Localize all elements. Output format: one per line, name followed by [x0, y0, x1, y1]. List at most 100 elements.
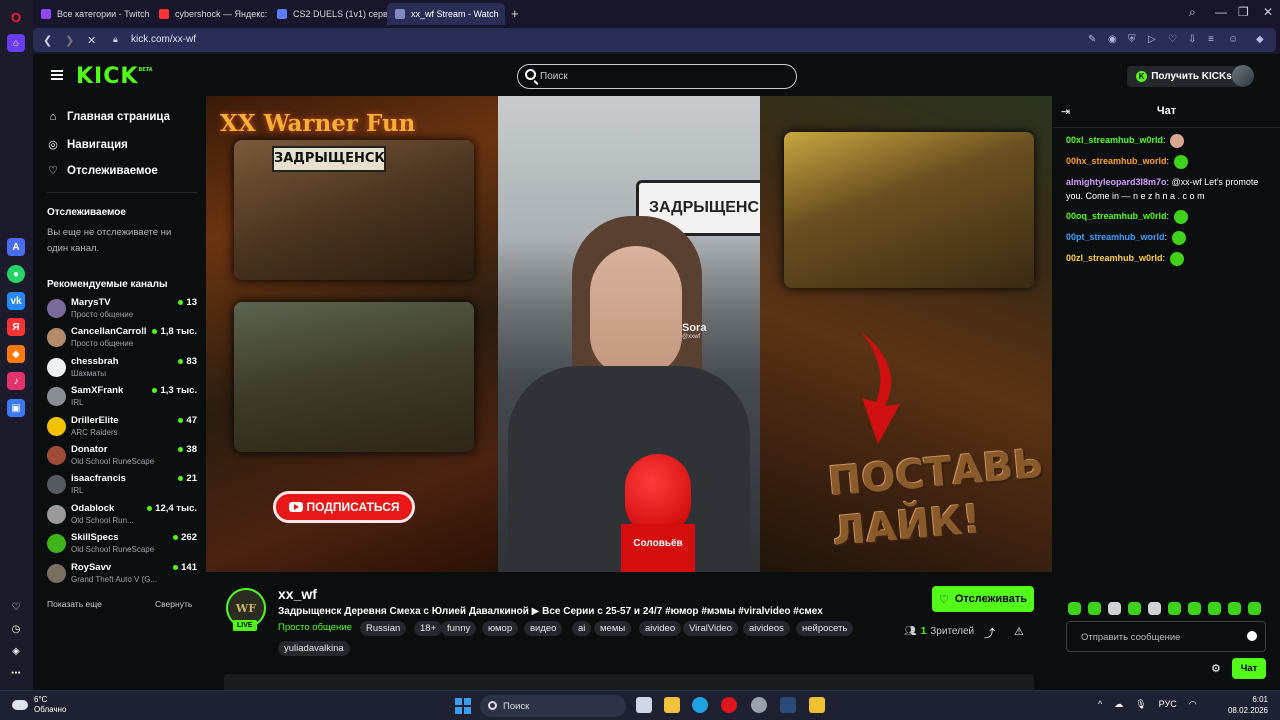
taskbar-search[interactable]: Поиск	[480, 695, 626, 717]
channel-item[interactable]: RoySavv Grand Theft Auto V (G... 141	[47, 561, 197, 587]
chat-username[interactable]: 00zl_streamhub_w0rld	[1066, 253, 1163, 263]
emoji-icon[interactable]	[1247, 631, 1257, 641]
network-icon[interactable]: ☁︎	[1114, 699, 1123, 710]
language-indicator[interactable]: РУС	[1159, 699, 1177, 710]
channel-item[interactable]: SamXFrank IRL 1,3 тыс.	[47, 384, 197, 410]
share-icon[interactable]: ⤴	[984, 625, 995, 641]
tag[interactable]: 18+	[414, 621, 443, 636]
task-view-icon[interactable]	[636, 697, 652, 713]
extension-icon[interactable]: ◆	[1256, 34, 1264, 45]
channel-item[interactable]: isaacfrancis IRL 21	[47, 472, 197, 498]
user-avatar[interactable]	[1232, 65, 1254, 87]
chat-input[interactable]: Отправить сообщение	[1066, 621, 1266, 652]
emote-icon[interactable]	[1148, 602, 1161, 615]
weather-widget[interactable]: 6°C Облачно	[12, 695, 66, 715]
extensions-icon[interactable]: ◈	[7, 642, 25, 660]
app-icon[interactable]: ▣	[7, 399, 25, 417]
tag[interactable]: видео	[524, 621, 563, 636]
back-icon[interactable]: ❮	[43, 34, 52, 47]
chat-username[interactable]: 00hx_streamhub_world	[1066, 156, 1167, 166]
channel-item[interactable]: chessbrah Шахматы 83	[47, 355, 197, 381]
channel-item[interactable]: Odablock Old School Run... 12,4 тыс.	[47, 502, 197, 528]
home-icon[interactable]: ⌂	[7, 34, 25, 52]
menu-icon[interactable]	[51, 70, 63, 80]
tag[interactable]: Russian	[360, 621, 407, 636]
close-icon[interactable]: ✕	[1263, 5, 1273, 19]
category-link[interactable]: Просто общение	[278, 622, 352, 633]
report-icon[interactable]: ⚠	[1014, 625, 1024, 638]
nav-home[interactable]: ⌂ Главная страница	[47, 111, 170, 123]
heart-icon[interactable]: ♡	[7, 598, 25, 616]
chat-username[interactable]: 00pt_streamhub_world	[1066, 232, 1165, 242]
edge-icon[interactable]	[692, 697, 708, 713]
emote-icon[interactable]	[1068, 602, 1081, 615]
maximize-icon[interactable]: ❐	[1238, 5, 1249, 19]
emote-icon[interactable]	[1088, 602, 1101, 615]
tag[interactable]: мемы	[594, 621, 632, 636]
emote-icon[interactable]	[1168, 602, 1181, 615]
camera-icon[interactable]: ◉	[1108, 34, 1117, 45]
search-input[interactable]: Поиск	[517, 64, 797, 89]
emote-icon[interactable]	[1188, 602, 1201, 615]
aria-icon[interactable]: A	[7, 238, 25, 256]
windows-start-icon[interactable]	[455, 698, 471, 714]
kick-logo[interactable]: KICKBETA	[76, 64, 153, 89]
follow-button[interactable]: ♡ Отслеживать	[932, 586, 1034, 612]
chat-send-button[interactable]: Чат	[1232, 658, 1266, 679]
emote-icon[interactable]	[1108, 602, 1121, 615]
tag[interactable]: aivideo	[639, 621, 682, 636]
get-kicks-button[interactable]: K Получить KICKs	[1127, 66, 1241, 87]
clock[interactable]: 6:01 08.02.2026	[1224, 694, 1268, 716]
profile-icon[interactable]: ☺	[1228, 34, 1238, 45]
history-icon[interactable]: ◷	[7, 620, 25, 638]
steam-icon[interactable]	[780, 697, 796, 713]
download-icon[interactable]: ⇩	[1188, 34, 1196, 45]
tab-active[interactable]: xx_wf Stream - Watch	[387, 3, 505, 25]
opera-logo-icon[interactable]: O	[7, 8, 25, 26]
vk-icon[interactable]: vk	[7, 292, 25, 310]
channel-item[interactable]: MarysTV Просто общение 13	[47, 296, 197, 322]
video-player[interactable]: XX Warner Fun ЗАДРЫЩЕНСК ПОДПИСАТЬСЯ ЗАД…	[206, 96, 1052, 572]
tab[interactable]: CS2 DUELS (1v1) сервер	[269, 3, 387, 25]
heart-icon[interactable]: ♡	[1168, 34, 1177, 45]
channel-name[interactable]: xx_wf	[278, 586, 317, 602]
channel-item[interactable]: CancellanCarroll Просто общение 1,8 тыс.	[47, 325, 197, 351]
search-tabs-icon[interactable]: ⌕	[1189, 5, 1196, 20]
tag[interactable]: ViralVideo	[683, 621, 738, 636]
emote-icon[interactable]	[1248, 602, 1261, 615]
chat-username[interactable]: almightyleopard3l8m7o	[1066, 177, 1167, 187]
wifi-icon[interactable]: ◠	[1189, 699, 1197, 710]
tag[interactable]: нейросеть	[796, 621, 854, 636]
tab[interactable]: cybershock — Яндекс: на	[151, 3, 269, 25]
chat-username[interactable]: 00xl_streamhub_w0rld	[1066, 135, 1163, 145]
tag[interactable]: yuliadavalkina	[278, 641, 350, 656]
channel-item[interactable]: DrillerElite ARC Raiders 47	[47, 414, 197, 440]
url-box[interactable]: ❮ ❯ ✕ 🔒︎ kick.com/xx-wf ✎ ◉ ⛨ ▷ ♡ ⇩ ≡ ☺ …	[33, 28, 1276, 52]
cs2-icon[interactable]	[751, 697, 767, 713]
music-icon[interactable]: ♪	[7, 372, 25, 390]
new-tab-button[interactable]: +	[511, 6, 519, 21]
tag[interactable]: aivideos	[743, 621, 790, 636]
stop-loading-icon[interactable]: ✕	[87, 34, 96, 47]
tab[interactable]: Все категории - Twitch	[33, 3, 151, 25]
emote-icon[interactable]	[1128, 602, 1141, 615]
collapse-link[interactable]: Свернуть	[155, 599, 192, 609]
emote-icon[interactable]	[1208, 602, 1221, 615]
gear-icon[interactable]: ⚙	[1211, 662, 1221, 675]
shield-icon[interactable]: ⛨	[1128, 34, 1136, 45]
chat-username[interactable]: 00oq_streamhub_w0rld	[1066, 211, 1167, 221]
minimize-icon[interactable]: —	[1215, 5, 1227, 19]
app-icon[interactable]	[809, 697, 825, 713]
tag[interactable]: ai	[572, 621, 592, 636]
emote-icon[interactable]	[1228, 602, 1241, 615]
url-text[interactable]: kick.com/xx-wf	[131, 34, 196, 45]
play-icon[interactable]: ▷	[1148, 34, 1156, 45]
whatsapp-icon[interactable]: ●	[7, 265, 25, 283]
edit-icon[interactable]: ✎	[1088, 34, 1096, 45]
channel-item[interactable]: SkillSpecs Old School RuneScape 262	[47, 531, 197, 557]
opera-icon[interactable]	[721, 697, 737, 713]
mic-icon[interactable]: 🎙︎	[1135, 699, 1146, 710]
show-more-link[interactable]: Показать еще	[47, 599, 102, 609]
tag[interactable]: funny	[441, 621, 477, 636]
yandex-icon[interactable]: Я	[7, 318, 25, 336]
